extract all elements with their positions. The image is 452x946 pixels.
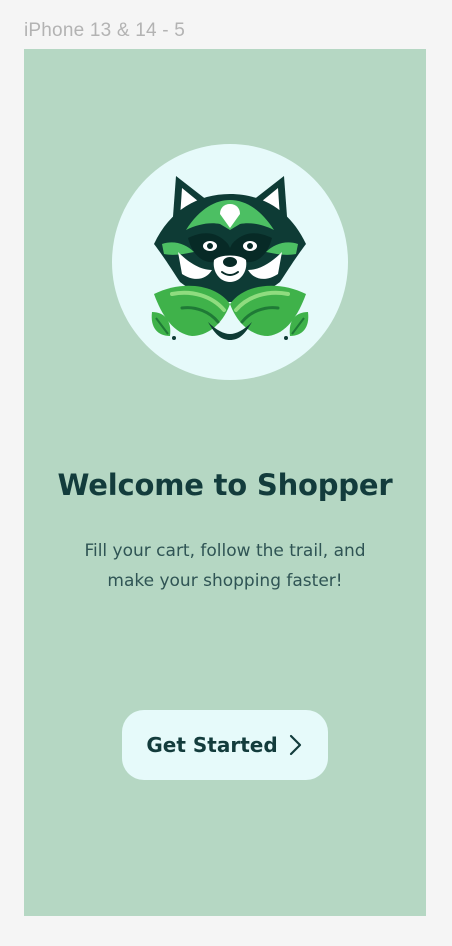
welcome-title: Welcome to Shopper — [57, 468, 393, 502]
get-started-label: Get Started — [146, 733, 278, 757]
logo-circle — [112, 144, 348, 380]
chevron-right-icon — [286, 733, 304, 757]
get-started-button[interactable]: Get Started — [122, 710, 328, 780]
raccoon-logo-icon — [151, 176, 309, 340]
welcome-subtitle: Fill your cart, follow the trail, and ma… — [84, 541, 366, 591]
welcome-screen: Welcome to Shopper Fill your cart, follo… — [24, 49, 426, 916]
frame-label: iPhone 13 & 14 - 5 — [24, 20, 185, 41]
